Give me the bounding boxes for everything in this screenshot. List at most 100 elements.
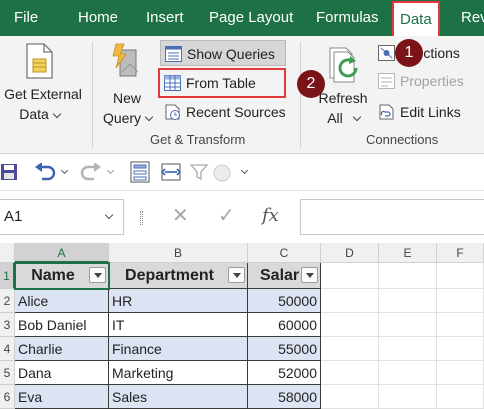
get-external-data-button[interactable]: Get External Data xyxy=(0,36,86,130)
filter-icon[interactable] xyxy=(190,163,208,181)
row-header-2[interactable]: 2 xyxy=(0,289,15,313)
formula-input[interactable] xyxy=(300,199,484,235)
new-query-button[interactable]: New Query xyxy=(98,36,156,130)
empty-cell[interactable] xyxy=(379,361,437,385)
table-cell[interactable]: Eva xyxy=(15,385,109,409)
column-header-d[interactable]: D xyxy=(321,243,379,263)
refresh-icon xyxy=(329,47,358,83)
empty-cell[interactable] xyxy=(321,289,379,313)
empty-cell[interactable] xyxy=(437,313,484,337)
insert-function-icon[interactable]: fx xyxy=(262,205,279,226)
properties-icon xyxy=(378,73,395,89)
empty-cell[interactable] xyxy=(321,313,379,337)
filter-dropdown-icon[interactable] xyxy=(228,267,245,283)
empty-cell[interactable] xyxy=(437,361,484,385)
column-header-b[interactable]: B xyxy=(109,243,248,263)
show-queries-label: Show Queries xyxy=(187,46,275,62)
from-table-button[interactable]: From Table xyxy=(158,68,286,98)
tab-review[interactable]: Rev xyxy=(461,0,484,36)
empty-cell[interactable] xyxy=(379,385,437,409)
cancel-icon[interactable]: ✕ xyxy=(172,206,189,226)
row-header-3[interactable]: 3 xyxy=(0,313,15,337)
ribbon-separator xyxy=(300,42,301,148)
table-cell[interactable]: Sales xyxy=(109,385,248,409)
tab-formulas[interactable]: Formulas xyxy=(316,0,379,36)
empty-cell[interactable] xyxy=(321,361,379,385)
ribbon-separator xyxy=(92,42,93,148)
empty-cell[interactable] xyxy=(437,385,484,409)
fit-width-icon[interactable] xyxy=(160,161,182,183)
connections-button[interactable]: nnections xyxy=(374,40,484,66)
chevron-down-icon xyxy=(352,112,362,122)
enter-icon[interactable]: ✓ xyxy=(218,206,235,226)
table-cell[interactable]: Charlie xyxy=(15,337,109,361)
refresh-all-label-2: All xyxy=(327,110,343,126)
empty-cell[interactable] xyxy=(321,337,379,361)
header-cell-label: Department xyxy=(125,267,214,284)
name-box[interactable]: A1 xyxy=(0,199,124,235)
edit-links-button[interactable]: Edit Links xyxy=(374,99,484,125)
column-header-f[interactable]: F xyxy=(437,243,484,263)
table-cell[interactable]: 50000 xyxy=(248,289,321,313)
table-icon xyxy=(164,75,181,91)
table-cell[interactable]: IT xyxy=(109,313,248,337)
customize-toolbar-chevron-icon[interactable] xyxy=(240,166,249,175)
column-header-a[interactable]: A xyxy=(15,243,109,263)
new-query-label: New xyxy=(112,90,141,106)
save-icon[interactable] xyxy=(0,163,18,181)
select-all-corner[interactable] xyxy=(0,243,15,263)
row-header-4[interactable]: 4 xyxy=(0,337,15,361)
quick-access-toolbar xyxy=(0,155,484,191)
table-cell[interactable]: Alice xyxy=(15,289,109,313)
row-header-1[interactable]: 1 xyxy=(0,263,15,289)
empty-cell[interactable] xyxy=(437,263,484,289)
column-header-c[interactable]: C xyxy=(248,243,321,263)
table-cell[interactable]: HR xyxy=(109,289,248,313)
recent-sources-button[interactable]: Recent Sources xyxy=(160,99,292,125)
tab-file[interactable]: File xyxy=(14,0,38,36)
empty-cell[interactable] xyxy=(379,337,437,361)
column-header-e[interactable]: E xyxy=(379,243,437,263)
tab-page-layout[interactable]: Page Layout xyxy=(209,0,293,36)
menu-bar: File Home Insert Page Layout Formulas Da… xyxy=(0,0,484,36)
undo-dropdown-chevron-icon[interactable] xyxy=(60,166,69,175)
properties-label: Properties xyxy=(400,73,464,89)
tab-data[interactable]: Data xyxy=(392,1,440,36)
edit-links-icon xyxy=(379,104,394,120)
get-external-data-label: Get External xyxy=(4,86,82,102)
edit-links-label: Edit Links xyxy=(400,104,461,120)
table-cell[interactable]: Marketing xyxy=(109,361,248,385)
redo-dropdown-chevron-icon[interactable] xyxy=(106,166,115,175)
document-database-icon xyxy=(26,43,53,79)
new-query-icon xyxy=(112,43,139,77)
empty-cell[interactable] xyxy=(321,385,379,409)
empty-cell[interactable] xyxy=(379,289,437,313)
from-table-label: From Table xyxy=(186,75,256,91)
empty-cell[interactable] xyxy=(379,263,437,289)
undo-icon[interactable] xyxy=(34,163,56,181)
table-cell[interactable]: 55000 xyxy=(248,337,321,361)
step-badge-2: 2 xyxy=(297,70,325,98)
row-header-5[interactable]: 5 xyxy=(0,361,15,385)
empty-cell[interactable] xyxy=(437,337,484,361)
form-icon[interactable] xyxy=(130,161,150,183)
formula-bar-grip[interactable] xyxy=(140,211,143,225)
circle-icon[interactable] xyxy=(212,163,232,183)
properties-button[interactable]: Properties xyxy=(374,68,484,94)
connections-icon xyxy=(378,45,395,61)
empty-cell[interactable] xyxy=(379,313,437,337)
row-header-6[interactable]: 6 xyxy=(0,385,15,409)
redo-icon[interactable] xyxy=(80,163,102,181)
table-cell[interactable]: Finance xyxy=(109,337,248,361)
show-queries-button[interactable]: Show Queries xyxy=(160,40,286,66)
table-cell[interactable]: 52000 xyxy=(248,361,321,385)
table-cell[interactable]: 60000 xyxy=(248,313,321,337)
tab-insert[interactable]: Insert xyxy=(146,0,184,36)
table-cell[interactable]: 58000 xyxy=(248,385,321,409)
tab-home[interactable]: Home xyxy=(78,0,118,36)
table-cell[interactable]: Dana xyxy=(15,361,109,385)
filter-dropdown-icon[interactable] xyxy=(301,267,318,283)
table-cell[interactable]: Bob Daniel xyxy=(15,313,109,337)
empty-cell[interactable] xyxy=(321,263,379,289)
empty-cell[interactable] xyxy=(437,289,484,313)
